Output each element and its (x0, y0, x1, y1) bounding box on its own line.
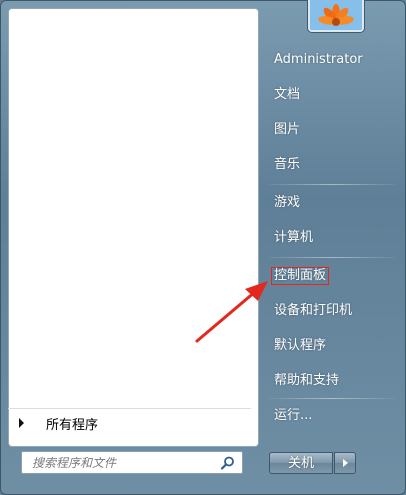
all-programs-label: 所有程序 (46, 417, 99, 433)
menu-item-games[interactable]: 游戏 (267, 188, 397, 218)
search-box[interactable] (21, 451, 243, 474)
menu-item-label: 默认程序 (274, 338, 327, 353)
divider (269, 257, 395, 258)
menu-item-label: 音乐 (274, 157, 301, 172)
menu-item-label: 运行... (274, 408, 313, 423)
menu-item-label: 计算机 (274, 230, 314, 245)
control-panel-highlight: 控制面板 (271, 267, 330, 285)
shutdown-options-button[interactable] (334, 452, 356, 474)
menu-item-devices-printers[interactable]: 设备和打印机 (267, 296, 397, 326)
menu-item-help-support[interactable]: 帮助和支持 (267, 366, 397, 396)
menu-item-label: 游戏 (274, 195, 301, 210)
divider (269, 184, 395, 185)
menu-item-computer[interactable]: 计算机 (267, 223, 397, 253)
menu-item-label: 设备和打印机 (274, 303, 353, 318)
menu-item-label: 图片 (274, 122, 301, 137)
start-menu: 所有程序 Administrator 文档 图片 音乐 (0, 0, 406, 495)
menu-item-label: Administrator (274, 52, 363, 67)
menu-item-default-programs[interactable]: 默认程序 (267, 331, 397, 361)
menu-item-control-panel[interactable]: 控制面板 (267, 261, 397, 291)
triangle-right-icon (343, 459, 348, 467)
triangle-right-icon (19, 418, 24, 428)
user-avatar[interactable] (308, 0, 364, 32)
all-programs-button[interactable]: 所有程序 (8, 408, 251, 437)
divider (269, 398, 395, 399)
programs-pane (8, 8, 259, 447)
menu-item-pictures[interactable]: 图片 (267, 115, 397, 145)
menu-item-run[interactable]: 运行... (267, 401, 397, 431)
menu-item-label: 文档 (274, 87, 301, 102)
shutdown-button[interactable]: 关机 (269, 452, 333, 474)
menu-item-administrator[interactable]: Administrator (267, 45, 397, 75)
menu-item-music[interactable]: 音乐 (267, 150, 397, 180)
menu-item-label: 帮助和支持 (274, 373, 340, 388)
menu-item-documents[interactable]: 文档 (267, 80, 397, 110)
search-input[interactable] (30, 454, 224, 471)
search-icon[interactable] (220, 455, 236, 471)
flower-avatar-icon (310, 0, 362, 30)
